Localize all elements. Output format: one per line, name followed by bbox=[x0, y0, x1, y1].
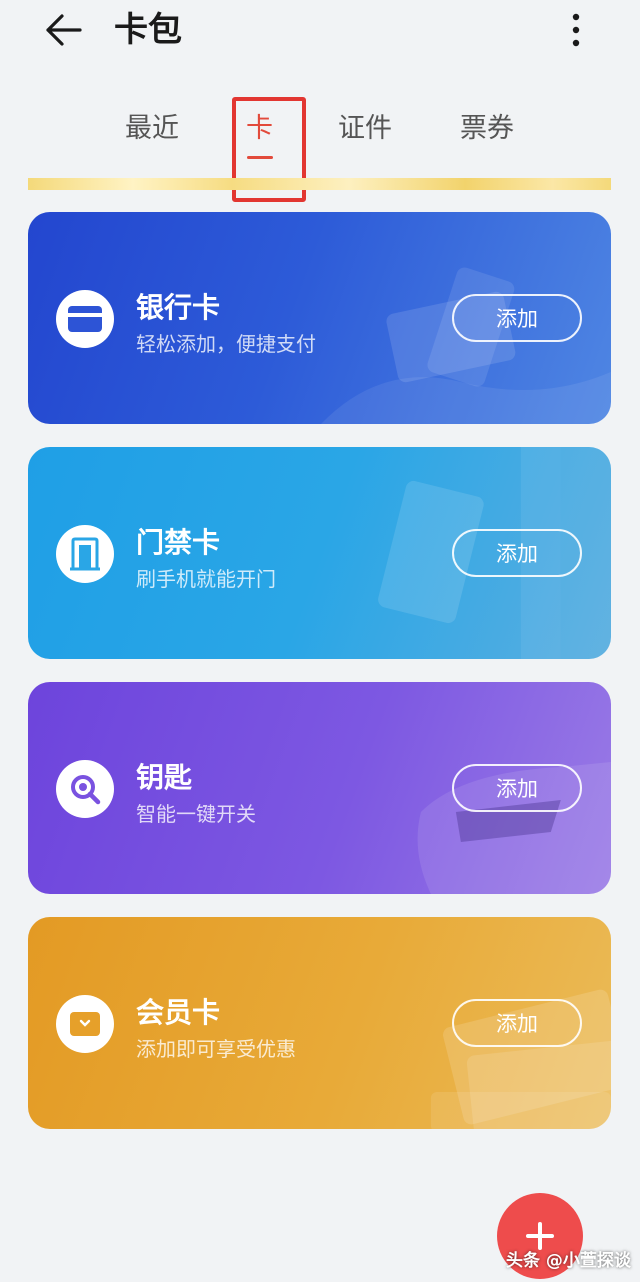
door-icon bbox=[56, 525, 114, 583]
decorative-strip bbox=[28, 178, 611, 190]
add-key-button[interactable]: 添加 bbox=[452, 764, 582, 812]
tab-bar: 最近 卡 证件 票券 bbox=[0, 108, 640, 159]
header: 卡包 bbox=[0, 0, 640, 64]
tab-recent[interactable]: 最近 bbox=[125, 108, 179, 150]
page-title: 卡包 bbox=[114, 10, 182, 50]
bank-card-icon bbox=[56, 290, 114, 348]
card-title: 门禁卡 bbox=[136, 526, 221, 559]
member-card-icon bbox=[56, 995, 114, 1053]
back-arrow-icon[interactable] bbox=[40, 8, 88, 52]
card-subtitle: 轻松添加，便捷支付 bbox=[136, 332, 316, 356]
add-access-card-button[interactable]: 添加 bbox=[452, 529, 582, 577]
key-search-icon bbox=[56, 760, 114, 818]
bank-card-tile[interactable]: 银行卡 轻松添加，便捷支付 添加 bbox=[28, 212, 611, 424]
more-vertical-icon[interactable] bbox=[558, 8, 594, 52]
tab-ids[interactable]: 证件 bbox=[338, 108, 392, 150]
access-card-tile[interactable]: 门禁卡 刷手机就能开门 添加 bbox=[28, 447, 611, 659]
card-title: 银行卡 bbox=[136, 291, 221, 324]
card-title: 钥匙 bbox=[136, 761, 193, 794]
tab-tickets[interactable]: 票券 bbox=[460, 108, 514, 150]
add-bank-card-button[interactable]: 添加 bbox=[452, 294, 582, 342]
watermark-text: 头条 @小萱探谈 bbox=[506, 1251, 631, 1271]
card-title: 会员卡 bbox=[136, 996, 221, 1029]
card-subtitle: 添加即可享受优惠 bbox=[136, 1037, 296, 1061]
add-member-card-button[interactable]: 添加 bbox=[452, 999, 582, 1047]
key-card-tile[interactable]: 钥匙 智能一键开关 添加 bbox=[28, 682, 611, 894]
card-subtitle: 智能一键开关 bbox=[136, 802, 256, 826]
card-subtitle: 刷手机就能开门 bbox=[136, 567, 276, 591]
member-card-tile[interactable]: 会员卡 添加即可享受优惠 添加 bbox=[28, 917, 611, 1129]
